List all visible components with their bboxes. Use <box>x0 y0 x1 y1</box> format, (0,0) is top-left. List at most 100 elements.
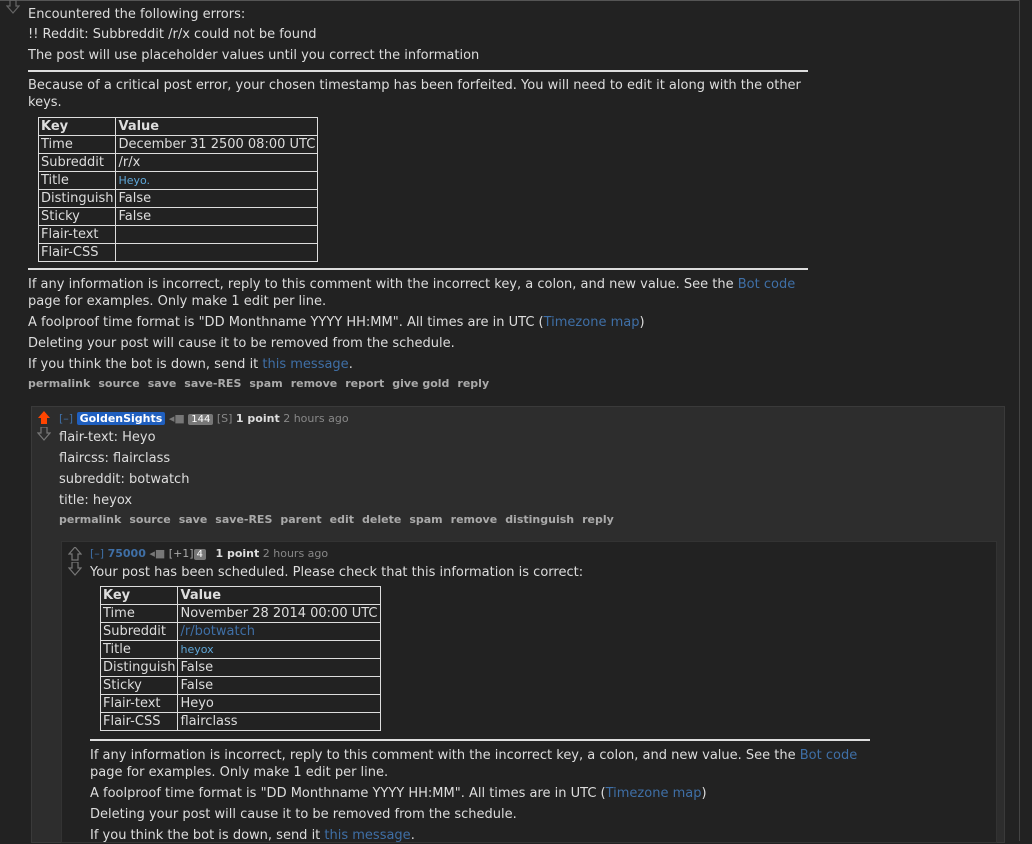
table-header-cell: Value <box>177 586 381 605</box>
table-row: Title Heyo. <box>37 171 319 190</box>
table-value-cell[interactable]: /r/botwatch <box>177 622 381 641</box>
table-row: Distinguish False <box>37 189 319 208</box>
user-flair: [S] <box>216 412 233 425</box>
author-link[interactable]: 75000 <box>108 547 146 560</box>
table-value-cell: False <box>115 189 319 208</box>
action-edit[interactable]: edit <box>330 513 354 526</box>
table-value-cell: December 31 2500 08:00 UTC <box>115 135 319 154</box>
table-key-cell: Distinguish <box>37 189 117 208</box>
reply2-tagline: [–] 75000 ◂■ [+1] 4 1 point 2 hours ago <box>90 547 970 560</box>
action-save-res[interactable]: save-RES <box>215 513 272 526</box>
collapse-toggle[interactable]: [–] <box>59 412 73 425</box>
score: 1 point <box>215 547 260 560</box>
scheduled-note: Your post has been scheduled. Please che… <box>90 565 584 580</box>
comment-line: flair-text: Heyo <box>59 430 156 445</box>
downvote-icon[interactable] <box>37 427 51 441</box>
action-spam[interactable]: spam <box>409 513 442 526</box>
top-border <box>0 0 1020 1</box>
table-header-row: Key Value <box>37 117 319 136</box>
action-save[interactable]: save <box>179 513 208 526</box>
table-row: Flair-text Heyo <box>99 694 381 713</box>
comment-actions: permalink source save save-RES parent edit del… <box>59 513 959 526</box>
action-distinguish[interactable]: distinguish <box>505 513 574 526</box>
right-border <box>1019 0 1020 841</box>
action-permalink[interactable]: permalink <box>59 513 121 526</box>
score: 1 point <box>235 412 280 425</box>
table-key-cell: Sticky <box>37 207 117 226</box>
action-permalink[interactable]: permalink <box>28 377 90 390</box>
vote-badge: 4 <box>193 549 206 560</box>
table-row: Flair-CSS <box>37 243 319 262</box>
table-value-cell: flairclass <box>177 712 381 731</box>
comment-line: flaircss: flairclass <box>59 451 171 466</box>
table-value-cell[interactable]: heyox <box>177 640 381 659</box>
action-give-gold[interactable]: give gold <box>392 377 449 390</box>
table-value-cell <box>115 243 319 262</box>
error-line: !! Reddit: Subbreddit /r/x could not be … <box>28 27 317 42</box>
table-row: Time December 31 2500 08:00 UTC <box>37 135 319 154</box>
downvote-icon[interactable] <box>6 0 20 14</box>
author-link[interactable]: GoldenSights <box>76 412 166 425</box>
bot-code-link[interactable]: Bot code <box>800 748 857 763</box>
table-key-cell: Subreddit <box>37 153 117 172</box>
format-note: A foolproof time format is "DD Monthname… <box>90 786 707 801</box>
table-key-cell: Flair-text <box>99 694 179 713</box>
format-note: A foolproof time format is "DD Monthname… <box>28 315 645 330</box>
action-source[interactable]: source <box>98 377 139 390</box>
separator <box>28 268 808 270</box>
table-key-cell: Flair-CSS <box>37 243 117 262</box>
info-note: If any information is incorrect, reply t… <box>90 748 858 780</box>
action-spam[interactable]: spam <box>249 377 282 390</box>
vote-badge: 144 <box>188 414 214 425</box>
upvote-icon[interactable] <box>37 411 51 425</box>
table-header-cell: Key <box>99 586 179 605</box>
table-value-cell: /r/x <box>115 153 319 172</box>
upvote-icon[interactable] <box>68 547 82 561</box>
table-row: Subreddit/r/botwatch <box>99 622 381 641</box>
timezone-map-link[interactable]: Timezone map <box>606 786 702 801</box>
separator <box>28 70 808 72</box>
table-key-cell: Title <box>99 640 179 659</box>
action-reply[interactable]: reply <box>582 513 614 526</box>
separator <box>90 739 870 741</box>
downvote-icon[interactable] <box>68 562 82 576</box>
reply1-tagline: [–] GoldenSights ◂■ 144 [S] 1 point 2 ho… <box>59 412 959 425</box>
table-value-cell: November 28 2014 00:00 UTC <box>177 604 381 623</box>
action-reply[interactable]: reply <box>457 377 489 390</box>
table-value-cell[interactable]: Heyo. <box>115 171 319 190</box>
table-key-cell: Flair-CSS <box>99 712 179 731</box>
action-save-res[interactable]: save-RES <box>184 377 241 390</box>
table-key-cell: Flair-text <box>37 225 117 244</box>
comment-actions: permalink source save save-RES spam remove rep… <box>28 377 818 390</box>
comment-line: subreddit: botwatch <box>59 472 190 487</box>
reply1-text: flair-text: Heyo flaircss: flairclass subr… <box>59 429 959 509</box>
action-parent[interactable]: parent <box>280 513 321 526</box>
table-value-cell <box>115 225 319 244</box>
post-info-table: Key Value Time November 28 2014 00:00 UTC Su… <box>99 586 381 731</box>
timezone-map-link[interactable]: Timezone map <box>544 315 640 330</box>
tag-icon: ◂■ <box>149 547 166 560</box>
forfeit-note: Because of a critical post error, your c… <box>28 78 801 110</box>
bot-down-note: If you think the bot is down, send it th… <box>90 828 415 843</box>
bot-comment-body: Encountered the following errors: !! Red… <box>28 6 818 390</box>
bot-down-note: If you think the bot is down, send it th… <box>28 357 353 372</box>
action-remove[interactable]: remove <box>291 377 338 390</box>
action-report[interactable]: report <box>345 377 384 390</box>
action-remove[interactable]: remove <box>451 513 498 526</box>
table-key-cell: Time <box>99 604 179 623</box>
table-header-cell: Value <box>115 117 319 136</box>
table-row: Sticky False <box>37 207 319 226</box>
action-source[interactable]: source <box>129 513 170 526</box>
action-delete[interactable]: delete <box>362 513 401 526</box>
table-value-cell: False <box>177 676 381 695</box>
action-save[interactable]: save <box>148 377 177 390</box>
collapse-toggle[interactable]: [–] <box>90 547 104 560</box>
bot-code-link[interactable]: Bot code <box>738 277 795 292</box>
message-link[interactable]: this message <box>262 357 348 372</box>
reply2-body: [–] 75000 ◂■ [+1] 4 1 point 2 hours ago Y… <box>90 547 970 844</box>
table-header-cell: Key <box>37 117 117 136</box>
table-row: Flair-text <box>37 225 319 244</box>
table-row: Time November 28 2014 00:00 UTC <box>99 604 381 623</box>
table-value-cell: Heyo <box>177 694 381 713</box>
table-row: Title heyox <box>99 640 381 659</box>
